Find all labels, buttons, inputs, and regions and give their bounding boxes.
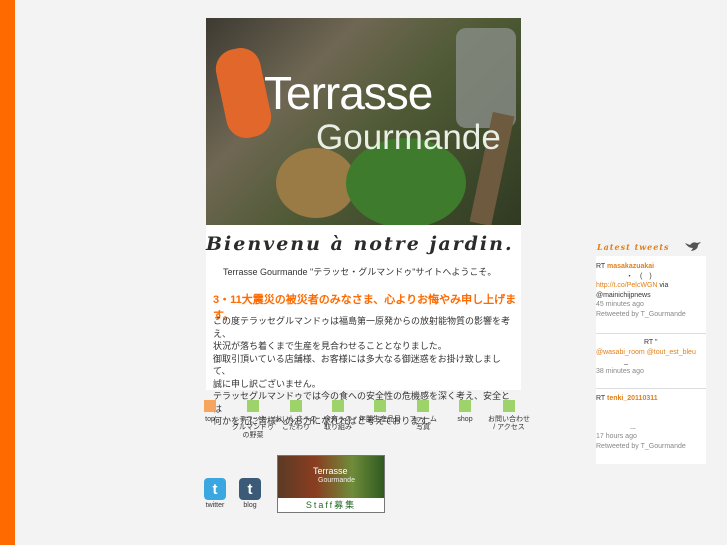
latest-tweets-widget: Latest tweets RT masakazuakai ・ ( ) http… bbox=[596, 236, 706, 464]
nav-square-icon bbox=[459, 400, 471, 412]
tweet-text: _ bbox=[624, 358, 628, 365]
basket-shape bbox=[276, 148, 356, 218]
intro-heading: Bienvenu à notre jardin. bbox=[206, 233, 514, 255]
tweet-rt: RT bbox=[596, 395, 606, 402]
nav-square-icon bbox=[503, 400, 515, 412]
notice-line: 状況が落ち着くまで生産を見合わせることとなりました。 bbox=[213, 341, 447, 351]
blog-link[interactable]: t blog bbox=[235, 478, 265, 509]
tweet-user-link[interactable]: tenki_20110311 bbox=[607, 395, 658, 402]
tweet-text: ・ ( ) bbox=[626, 272, 652, 280]
nav-square-icon bbox=[204, 400, 216, 412]
twitter-icon: t bbox=[204, 478, 226, 500]
nav-label: お問い合わせ / アクセス bbox=[488, 416, 530, 431]
nav-shop[interactable]: shop bbox=[440, 400, 490, 424]
tweet-time[interactable]: 17 hours ago bbox=[596, 432, 706, 442]
tweet-time[interactable]: 38 minutes ago bbox=[596, 367, 706, 377]
nav-contact[interactable]: お問い合わせ / アクセス bbox=[484, 400, 534, 432]
bag-shape bbox=[456, 28, 516, 128]
hero-subtitle: Gourmande bbox=[316, 118, 501, 157]
staff-recruit-button[interactable]: Staff募集 bbox=[278, 498, 384, 512]
intro-panel: Bienvenu à notre jardin. Terrasse Gourma… bbox=[206, 225, 521, 426]
tweet-user-link[interactable]: masakazuakai bbox=[607, 263, 654, 270]
twitter-label: twitter bbox=[205, 502, 225, 509]
tweet-retweeted-by: Retweeted by T_Gourmande bbox=[596, 310, 686, 318]
nav-square-icon bbox=[290, 400, 302, 412]
nav-square-icon bbox=[332, 400, 344, 412]
nav-square-icon bbox=[417, 400, 429, 412]
twitter-link[interactable]: t twitter bbox=[200, 478, 230, 509]
tweet-rt: RT bbox=[596, 263, 606, 270]
nav-square-icon bbox=[247, 400, 259, 412]
tweet-user-link[interactable]: @wasabi_room bbox=[596, 349, 645, 356]
tweet-divider bbox=[596, 333, 706, 334]
banner-title: Terrasse bbox=[313, 466, 348, 476]
tweet-via-user[interactable]: @mainichijpnews bbox=[596, 291, 706, 301]
banner-subtitle: Gourmande bbox=[318, 477, 355, 484]
notice-line: 御取引頂いている店舗様、お客様には多大なる御迷惑をお掛け致しまして、 bbox=[213, 353, 501, 377]
tweet-text: ... bbox=[630, 423, 636, 431]
tweet-user-link[interactable]: @tout_est_bleu bbox=[647, 349, 696, 356]
tweet-url-link[interactable]: http://t.co/PelcWGN bbox=[596, 282, 657, 289]
tweet-rt: RT " bbox=[644, 339, 658, 346]
tweet-retweeted-by: Retweeted by T_Gourmande bbox=[596, 442, 686, 450]
hero-image: Terrasse Gourmande bbox=[206, 18, 521, 225]
tweet-via: via bbox=[659, 282, 669, 289]
main-nav: top テラッセ グルマンドゥ の野菜 おいしさへの こだわり 食育への 取り組… bbox=[197, 400, 532, 450]
tweet-item: RT tenki_20110311 ... 17 hours ago Retwe… bbox=[596, 394, 706, 451]
notice-line: 誠に申し訳ございません。 bbox=[213, 378, 321, 389]
tweet-item: RT " @wasabi_room @tout_est_bleu _ 38 mi… bbox=[596, 338, 706, 376]
blog-label: blog bbox=[243, 502, 257, 509]
staff-recruit-banner[interactable]: Terrasse Gourmande Staff募集 bbox=[277, 455, 385, 513]
tweet-time[interactable]: 45 minutes ago bbox=[596, 300, 706, 310]
left-accent-bar bbox=[0, 0, 15, 545]
tumblr-icon: t bbox=[239, 478, 261, 500]
tweet-divider bbox=[596, 388, 706, 389]
notice-line: この度テラッセグルマンドゥは福島第一原発からの放射能物質の影響を考え、 bbox=[213, 316, 511, 339]
hero-title: Terrasse bbox=[264, 67, 433, 119]
nav-label: shop bbox=[457, 416, 473, 423]
nav-square-icon bbox=[374, 400, 386, 412]
tweet-item: RT masakazuakai ・ ( ) http://t.co/PelcWG… bbox=[596, 262, 706, 319]
bird-icon bbox=[685, 242, 701, 251]
tweets-header: Latest tweets bbox=[596, 236, 706, 256]
welcome-text: Terrasse Gourmande "テラッセ・グルマンドゥ"サイトへようこそ… bbox=[223, 267, 497, 277]
tweets-title: Latest tweets bbox=[597, 242, 670, 252]
